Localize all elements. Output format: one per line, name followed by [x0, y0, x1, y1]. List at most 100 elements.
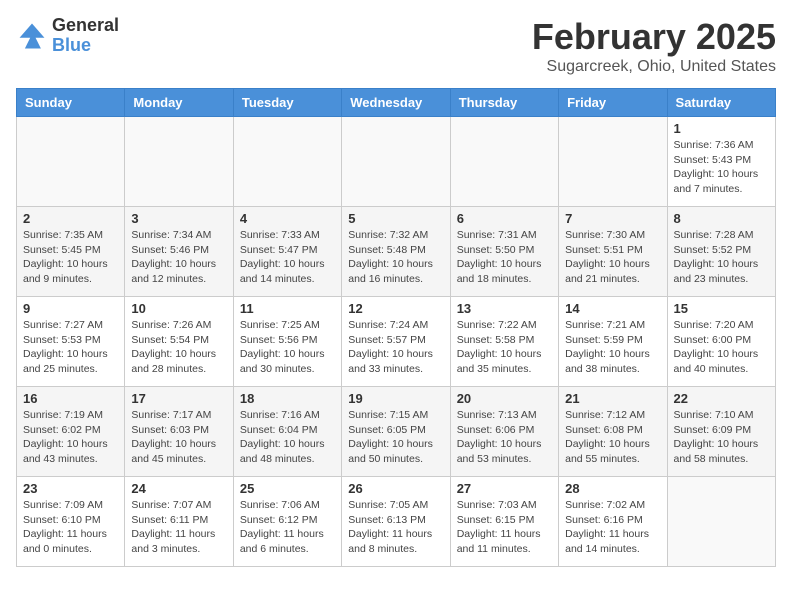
- page-header: General Blue February 2025 Sugarcreek, O…: [16, 16, 776, 76]
- day-number: 28: [565, 481, 660, 496]
- calendar-day-cell: [559, 117, 667, 207]
- day-number: 22: [674, 391, 769, 406]
- day-info: Sunrise: 7:24 AM Sunset: 5:57 PM Dayligh…: [348, 318, 443, 377]
- day-number: 15: [674, 301, 769, 316]
- day-info: Sunrise: 7:17 AM Sunset: 6:03 PM Dayligh…: [131, 408, 226, 467]
- calendar-day-cell: 23 Sunrise: 7:09 AM Sunset: 6:10 PM Dayli…: [17, 477, 125, 567]
- day-info: Sunrise: 7:28 AM Sunset: 5:52 PM Dayligh…: [674, 228, 769, 287]
- calendar-day-cell: 14 Sunrise: 7:21 AM Sunset: 5:59 PM Dayli…: [559, 297, 667, 387]
- logo-icon: [16, 20, 48, 52]
- day-info: Sunrise: 7:21 AM Sunset: 5:59 PM Dayligh…: [565, 318, 660, 377]
- calendar-day-cell: 7Sunrise: 7:30 AM Sunset: 5:51 PM Daylig…: [559, 207, 667, 297]
- logo-text: General Blue: [52, 16, 119, 56]
- day-info: Sunrise: 7:06 AM Sunset: 6:12 PM Dayligh…: [240, 498, 335, 557]
- calendar-header-saturday: Saturday: [667, 89, 775, 117]
- day-info: Sunrise: 7:02 AM Sunset: 6:16 PM Dayligh…: [565, 498, 660, 557]
- day-info: Sunrise: 7:25 AM Sunset: 5:56 PM Dayligh…: [240, 318, 335, 377]
- calendar-day-cell: 25 Sunrise: 7:06 AM Sunset: 6:12 PM Dayli…: [233, 477, 341, 567]
- day-number: 23: [23, 481, 118, 496]
- day-number: 7: [565, 211, 660, 226]
- day-info: Sunrise: 7:33 AM Sunset: 5:47 PM Dayligh…: [240, 228, 335, 287]
- day-info: Sunrise: 7:13 AM Sunset: 6:06 PM Dayligh…: [457, 408, 552, 467]
- month-year-title: February 2025: [532, 16, 776, 58]
- day-info: Sunrise: 7:35 AM Sunset: 5:45 PM Dayligh…: [23, 228, 118, 287]
- day-number: 19: [348, 391, 443, 406]
- calendar-week-row: 23 Sunrise: 7:09 AM Sunset: 6:10 PM Dayli…: [17, 477, 776, 567]
- calendar-table: SundayMondayTuesdayWednesdayThursdayFrid…: [16, 88, 776, 567]
- calendar-day-cell: 28 Sunrise: 7:02 AM Sunset: 6:16 PM Dayli…: [559, 477, 667, 567]
- day-number: 5: [348, 211, 443, 226]
- calendar-day-cell: 6 Sunrise: 7:31 AM Sunset: 5:50 PM Daylig…: [450, 207, 558, 297]
- day-number: 27: [457, 481, 552, 496]
- day-info: Sunrise: 7:34 AM Sunset: 5:46 PM Dayligh…: [131, 228, 226, 287]
- day-info: Sunrise: 7:10 AM Sunset: 6:09 PM Dayligh…: [674, 408, 769, 467]
- day-number: 2: [23, 211, 118, 226]
- calendar-day-cell: 17 Sunrise: 7:17 AM Sunset: 6:03 PM Dayli…: [125, 387, 233, 477]
- calendar-header-tuesday: Tuesday: [233, 89, 341, 117]
- calendar-week-row: 16Sunrise: 7:19 AM Sunset: 6:02 PM Dayli…: [17, 387, 776, 477]
- calendar-header-sunday: Sunday: [17, 89, 125, 117]
- day-info: Sunrise: 7:09 AM Sunset: 6:10 PM Dayligh…: [23, 498, 118, 557]
- calendar-day-cell: 8 Sunrise: 7:28 AM Sunset: 5:52 PM Daylig…: [667, 207, 775, 297]
- calendar-day-cell: 15 Sunrise: 7:20 AM Sunset: 6:00 PM Dayli…: [667, 297, 775, 387]
- day-number: 6: [457, 211, 552, 226]
- calendar-day-cell: 24 Sunrise: 7:07 AM Sunset: 6:11 PM Dayli…: [125, 477, 233, 567]
- calendar-day-cell: 3 Sunrise: 7:34 AM Sunset: 5:46 PM Daylig…: [125, 207, 233, 297]
- logo-general-text: General: [52, 16, 119, 36]
- calendar-day-cell: 19 Sunrise: 7:15 AM Sunset: 6:05 PM Dayli…: [342, 387, 450, 477]
- calendar-day-cell: 11Sunrise: 7:25 AM Sunset: 5:56 PM Dayli…: [233, 297, 341, 387]
- calendar-day-cell: [17, 117, 125, 207]
- day-info: Sunrise: 7:36 AM Sunset: 5:43 PM Dayligh…: [674, 138, 769, 197]
- calendar-day-cell: 22 Sunrise: 7:10 AM Sunset: 6:09 PM Dayli…: [667, 387, 775, 477]
- calendar-week-row: 9 Sunrise: 7:27 AM Sunset: 5:53 PM Daylig…: [17, 297, 776, 387]
- calendar-day-cell: 1 Sunrise: 7:36 AM Sunset: 5:43 PM Daylig…: [667, 117, 775, 207]
- day-number: 16: [23, 391, 118, 406]
- day-info: Sunrise: 7:05 AM Sunset: 6:13 PM Dayligh…: [348, 498, 443, 557]
- day-number: 25: [240, 481, 335, 496]
- day-number: 4: [240, 211, 335, 226]
- calendar-day-cell: [233, 117, 341, 207]
- day-info: Sunrise: 7:16 AM Sunset: 6:04 PM Dayligh…: [240, 408, 335, 467]
- day-info: Sunrise: 7:22 AM Sunset: 5:58 PM Dayligh…: [457, 318, 552, 377]
- calendar-day-cell: 16Sunrise: 7:19 AM Sunset: 6:02 PM Dayli…: [17, 387, 125, 477]
- day-number: 10: [131, 301, 226, 316]
- day-number: 21: [565, 391, 660, 406]
- calendar-header-friday: Friday: [559, 89, 667, 117]
- day-info: Sunrise: 7:20 AM Sunset: 6:00 PM Dayligh…: [674, 318, 769, 377]
- calendar-day-cell: 21 Sunrise: 7:12 AM Sunset: 6:08 PM Dayli…: [559, 387, 667, 477]
- calendar-day-cell: 2 Sunrise: 7:35 AM Sunset: 5:45 PM Daylig…: [17, 207, 125, 297]
- day-number: 8: [674, 211, 769, 226]
- location-subtitle: Sugarcreek, Ohio, United States: [532, 58, 776, 76]
- day-info: Sunrise: 7:32 AM Sunset: 5:48 PM Dayligh…: [348, 228, 443, 287]
- calendar-day-cell: 9 Sunrise: 7:27 AM Sunset: 5:53 PM Daylig…: [17, 297, 125, 387]
- calendar-day-cell: [450, 117, 558, 207]
- day-number: 3: [131, 211, 226, 226]
- day-info: Sunrise: 7:07 AM Sunset: 6:11 PM Dayligh…: [131, 498, 226, 557]
- day-number: 18: [240, 391, 335, 406]
- day-number: 1: [674, 121, 769, 136]
- calendar-day-cell: 10 Sunrise: 7:26 AM Sunset: 5:54 PM Dayli…: [125, 297, 233, 387]
- calendar-header-thursday: Thursday: [450, 89, 558, 117]
- day-info: Sunrise: 7:15 AM Sunset: 6:05 PM Dayligh…: [348, 408, 443, 467]
- day-number: 24: [131, 481, 226, 496]
- day-info: Sunrise: 7:31 AM Sunset: 5:50 PM Dayligh…: [457, 228, 552, 287]
- day-number: 13: [457, 301, 552, 316]
- calendar-day-cell: 5 Sunrise: 7:32 AM Sunset: 5:48 PM Daylig…: [342, 207, 450, 297]
- calendar-header-wednesday: Wednesday: [342, 89, 450, 117]
- calendar-day-cell: 27Sunrise: 7:03 AM Sunset: 6:15 PM Dayli…: [450, 477, 558, 567]
- day-number: 17: [131, 391, 226, 406]
- day-number: 20: [457, 391, 552, 406]
- day-number: 9: [23, 301, 118, 316]
- calendar-day-cell: 18 Sunrise: 7:16 AM Sunset: 6:04 PM Dayli…: [233, 387, 341, 477]
- day-info: Sunrise: 7:12 AM Sunset: 6:08 PM Dayligh…: [565, 408, 660, 467]
- calendar-day-cell: 20 Sunrise: 7:13 AM Sunset: 6:06 PM Dayli…: [450, 387, 558, 477]
- logo: General Blue: [16, 16, 119, 56]
- calendar-day-cell: 26Sunrise: 7:05 AM Sunset: 6:13 PM Dayli…: [342, 477, 450, 567]
- calendar-week-row: 2 Sunrise: 7:35 AM Sunset: 5:45 PM Daylig…: [17, 207, 776, 297]
- day-info: Sunrise: 7:26 AM Sunset: 5:54 PM Dayligh…: [131, 318, 226, 377]
- calendar-day-cell: 13 Sunrise: 7:22 AM Sunset: 5:58 PM Dayli…: [450, 297, 558, 387]
- day-number: 14: [565, 301, 660, 316]
- day-info: Sunrise: 7:27 AM Sunset: 5:53 PM Dayligh…: [23, 318, 118, 377]
- calendar-day-cell: [125, 117, 233, 207]
- day-number: 12: [348, 301, 443, 316]
